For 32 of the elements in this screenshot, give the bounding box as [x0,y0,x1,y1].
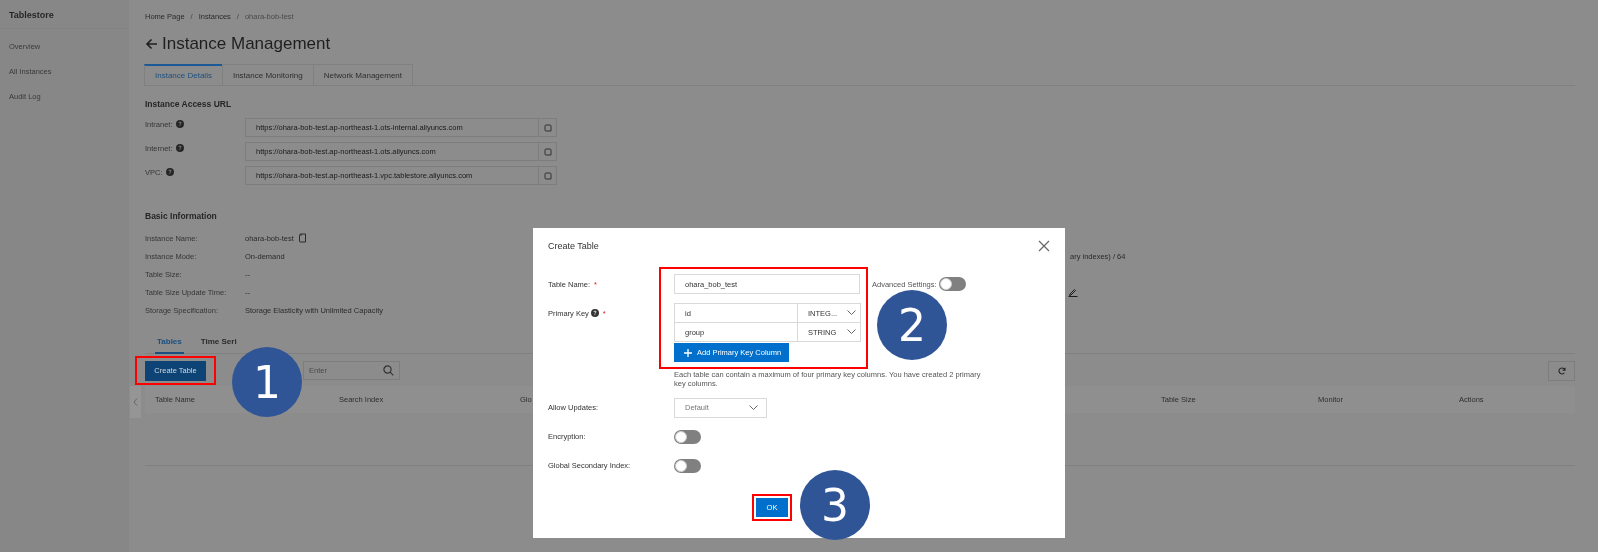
refresh-button[interactable] [1548,360,1575,381]
chevron-down-icon [749,404,758,411]
copy-icon [543,147,552,156]
search-icon [383,365,394,376]
toggle-switch[interactable] [674,429,701,444]
help-icon [590,309,599,317]
plus-icon [684,348,692,357]
pencil-icon[interactable] [1068,287,1078,297]
tab[interactable]: Network Management [312,64,413,86]
copy-icon [543,123,552,132]
refresh-icon [1557,366,1566,375]
chevron-left-icon [133,398,138,406]
sidebar-title: Tablestore [0,0,129,29]
help-icon [175,120,184,128]
section-heading: Basic Information [145,211,218,221]
back-arrow-icon[interactable] [145,38,158,50]
chevron-down-icon [847,310,856,316]
chevron-down-icon [847,329,856,335]
help-icon [165,168,174,176]
page-title: Instance Management [162,34,331,54]
help-icon [175,144,184,152]
close-button[interactable] [1038,240,1050,252]
toggle-switch[interactable] [938,277,966,291]
toggle-switch[interactable] [674,458,701,473]
dialog-title: Create Table [548,241,599,251]
tab[interactable]: Tables [155,337,184,354]
section-heading: Instance Access URL [145,99,233,109]
copy-icon [543,171,552,180]
tab[interactable]: Instance Details [144,64,223,86]
highlight-frame [752,494,792,521]
step-marker: 1 [232,347,302,417]
copy-icon[interactable] [297,233,307,243]
